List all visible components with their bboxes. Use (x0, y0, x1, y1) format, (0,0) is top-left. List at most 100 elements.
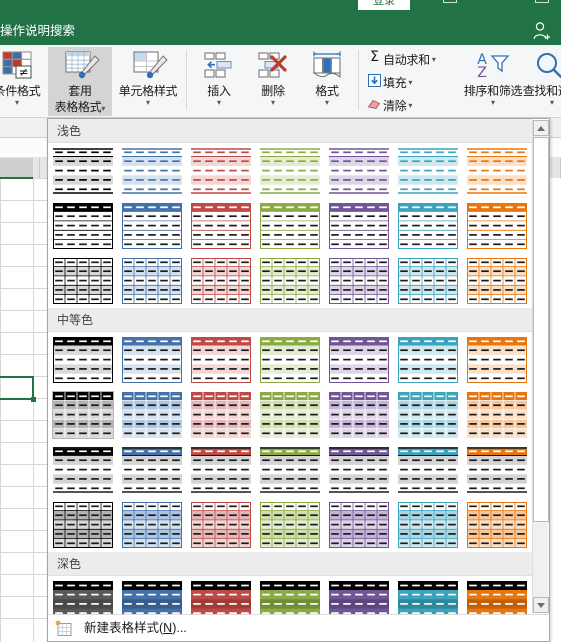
table-style-thumbnail[interactable] (329, 502, 389, 548)
table-style-thumbnail[interactable] (122, 337, 182, 383)
table-style-thumbnail[interactable] (260, 258, 320, 304)
chevron-down-icon[interactable]: ▾ (463, 98, 523, 107)
grid-line-h (0, 486, 47, 487)
table-style-thumbnail[interactable] (53, 502, 113, 548)
table-style-thumbnail[interactable] (122, 447, 182, 493)
chevron-down-icon[interactable]: ▾ (246, 98, 300, 107)
tell-me-search[interactable]: 操作说明搜索 (0, 22, 75, 40)
gallery-row (48, 143, 533, 198)
table-style-thumbnail[interactable] (260, 502, 320, 548)
restore-window-icon[interactable] (443, 0, 457, 3)
table-style-thumbnail[interactable] (398, 337, 458, 383)
table-style-thumbnail[interactable] (191, 148, 251, 194)
table-style-thumbnail[interactable] (191, 447, 251, 493)
table-style-thumbnail[interactable] (467, 148, 527, 194)
table-style-thumbnail[interactable] (329, 447, 389, 493)
table-style-thumbnail[interactable] (53, 337, 113, 383)
table-style-thumbnail[interactable] (467, 258, 527, 304)
table-style-thumbnail[interactable] (398, 148, 458, 194)
active-column-header[interactable] (0, 158, 33, 178)
table-style-thumbnail[interactable] (122, 502, 182, 548)
table-style-thumbnail[interactable] (53, 258, 113, 304)
table-style-thumbnail[interactable] (398, 258, 458, 304)
table-styles-gallery[interactable]: 浅色 中等色 深色 新建表格样式(N)... (47, 118, 550, 642)
table-style-thumbnail[interactable] (122, 148, 182, 194)
sort-filter-button[interactable]: A Z 排序和筛选 ▾ (463, 47, 523, 116)
delete-cells-button[interactable]: 删除 ▾ (246, 47, 300, 116)
table-style-thumbnail[interactable] (122, 581, 182, 614)
table-style-thumbnail[interactable] (329, 392, 389, 438)
table-style-thumbnail[interactable] (122, 203, 182, 249)
cell-styles-button[interactable]: 单元格样式 ▾ (112, 47, 184, 116)
table-style-thumbnail[interactable] (467, 447, 527, 493)
table-style-thumbnail[interactable] (467, 337, 527, 383)
table-style-thumbnail[interactable] (467, 502, 527, 548)
clear-button[interactable]: 清除 ▾ (365, 94, 457, 116)
table-style-thumbnail[interactable] (467, 392, 527, 438)
table-style-thumbnail[interactable] (53, 447, 113, 493)
chevron-down-icon[interactable]: ▾ (408, 78, 412, 87)
table-style-thumbnail[interactable] (52, 391, 114, 439)
share-person-icon[interactable] (531, 20, 553, 42)
conditional-formatting-button[interactable]: ≠ 条件格式 ▾ (0, 47, 48, 116)
close-window-icon[interactable] (535, 0, 549, 3)
selected-cell[interactable] (0, 376, 34, 400)
chevron-down-icon[interactable]: ▾ (0, 98, 48, 107)
table-style-thumbnail[interactable] (53, 581, 113, 614)
table-style-thumbnail[interactable] (191, 258, 251, 304)
table-style-thumbnail[interactable] (260, 148, 320, 194)
autosum-button[interactable]: Σ 自动求和 ▾ (365, 48, 457, 70)
chevron-down-icon[interactable]: ▾ (101, 104, 105, 113)
insert-cells-button[interactable]: 插入 ▾ (192, 47, 246, 116)
format-as-table-icon (48, 50, 112, 84)
chevron-down-icon[interactable]: ▾ (112, 98, 184, 107)
table-style-thumbnail[interactable] (191, 203, 251, 249)
table-style-thumbnail[interactable] (398, 392, 458, 438)
table-style-thumbnail[interactable] (329, 203, 389, 249)
conditional-formatting-label: 条件格式 (0, 84, 41, 98)
table-style-thumbnail[interactable] (329, 581, 389, 614)
table-style-thumbnail[interactable] (260, 447, 320, 493)
table-style-thumbnail[interactable] (398, 581, 458, 614)
format-cells-button[interactable]: 格式 ▾ (300, 47, 354, 116)
chevron-down-icon[interactable]: ▾ (522, 98, 561, 107)
gallery-vertical-scrollbar[interactable] (532, 120, 549, 613)
chevron-down-icon[interactable]: ▾ (408, 101, 412, 110)
table-style-thumbnail[interactable] (260, 392, 320, 438)
scroll-up-button[interactable] (533, 120, 549, 136)
table-style-thumbnail[interactable] (260, 581, 320, 614)
table-style-thumbnail[interactable] (53, 203, 113, 249)
table-style-thumbnail[interactable] (191, 502, 251, 548)
table-style-thumbnail[interactable] (398, 203, 458, 249)
fill-button[interactable]: 填充 ▾ (365, 71, 457, 93)
table-style-thumbnail[interactable] (260, 337, 320, 383)
table-style-thumbnail[interactable] (329, 337, 389, 383)
gallery-scroll-area[interactable]: 浅色 中等色 深色 (48, 119, 533, 614)
table-style-thumbnail[interactable] (191, 392, 251, 438)
chevron-down-icon[interactable]: ▾ (300, 98, 354, 107)
table-style-thumbnail[interactable] (467, 203, 527, 249)
table-style-thumbnail[interactable] (122, 258, 182, 304)
table-style-thumbnail[interactable] (260, 203, 320, 249)
fill-handle[interactable] (31, 397, 36, 402)
tab-signin[interactable]: 登录 (358, 0, 410, 10)
table-style-thumbnail[interactable] (53, 148, 113, 194)
insert-cells-icon (192, 50, 246, 84)
scroll-down-button[interactable] (533, 597, 549, 613)
scrollbar-thumb[interactable] (533, 137, 549, 522)
table-style-thumbnail[interactable] (329, 258, 389, 304)
grid-line-h (0, 530, 47, 531)
table-style-thumbnail[interactable] (398, 502, 458, 548)
chevron-down-icon[interactable]: ▾ (432, 55, 436, 64)
new-table-style-item[interactable]: 新建表格样式(N)... (48, 614, 549, 641)
format-as-table-button[interactable]: 套用 表格格式▾ (48, 47, 112, 116)
table-style-thumbnail[interactable] (191, 337, 251, 383)
table-style-thumbnail[interactable] (398, 447, 458, 493)
table-style-thumbnail[interactable] (191, 581, 251, 614)
table-style-thumbnail[interactable] (122, 392, 182, 438)
find-select-button[interactable]: 查找和选择 ▾ (522, 47, 561, 116)
chevron-down-icon[interactable]: ▾ (192, 98, 246, 107)
table-style-thumbnail[interactable] (329, 148, 389, 194)
find-select-icon (522, 50, 561, 84)
table-style-thumbnail[interactable] (467, 581, 527, 614)
